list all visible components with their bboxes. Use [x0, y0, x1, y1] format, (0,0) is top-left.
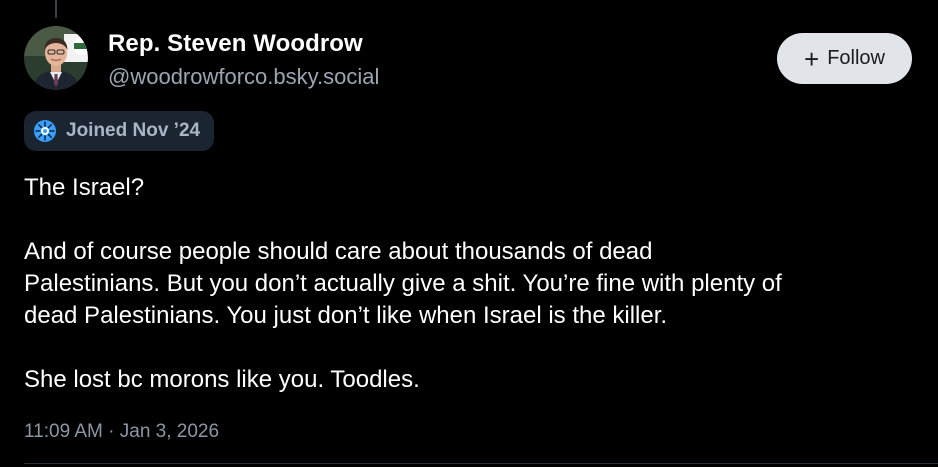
post-line: And of course people should care about t… [24, 238, 653, 265]
post-header: Rep. Steven Woodrow @woodrowforco.bsky.s… [24, 26, 912, 92]
joined-badge-label: Joined Nov ’24 [66, 120, 201, 141]
post-line: The Israel? [24, 174, 145, 201]
plus-icon: + [804, 43, 820, 74]
post-line: dead Palestinians. You just don’t like w… [24, 302, 668, 329]
portrait-avatar-icon [24, 26, 88, 90]
author-avatar[interactable] [24, 26, 88, 90]
follow-button[interactable]: + Follow [777, 33, 912, 84]
joined-badge[interactable]: Joined Nov ’24 [24, 111, 215, 151]
author-handle[interactable]: @woodrowforco.bsky.social [108, 64, 379, 90]
post-line: Palestinians. But you don’t actually giv… [24, 270, 782, 297]
new-account-badge-icon [34, 120, 56, 142]
post-body: The Israel? And of course people should … [24, 172, 919, 396]
post-timestamp[interactable]: 11:09 AM · Jan 3, 2026 [24, 421, 219, 443]
thread-connector-line [55, 0, 57, 18]
author-display-name[interactable]: Rep. Steven Woodrow [108, 30, 363, 58]
divider [24, 463, 938, 464]
post-line: She lost bc morons like you. Toodles. [24, 366, 420, 393]
follow-button-label: Follow [827, 47, 885, 69]
